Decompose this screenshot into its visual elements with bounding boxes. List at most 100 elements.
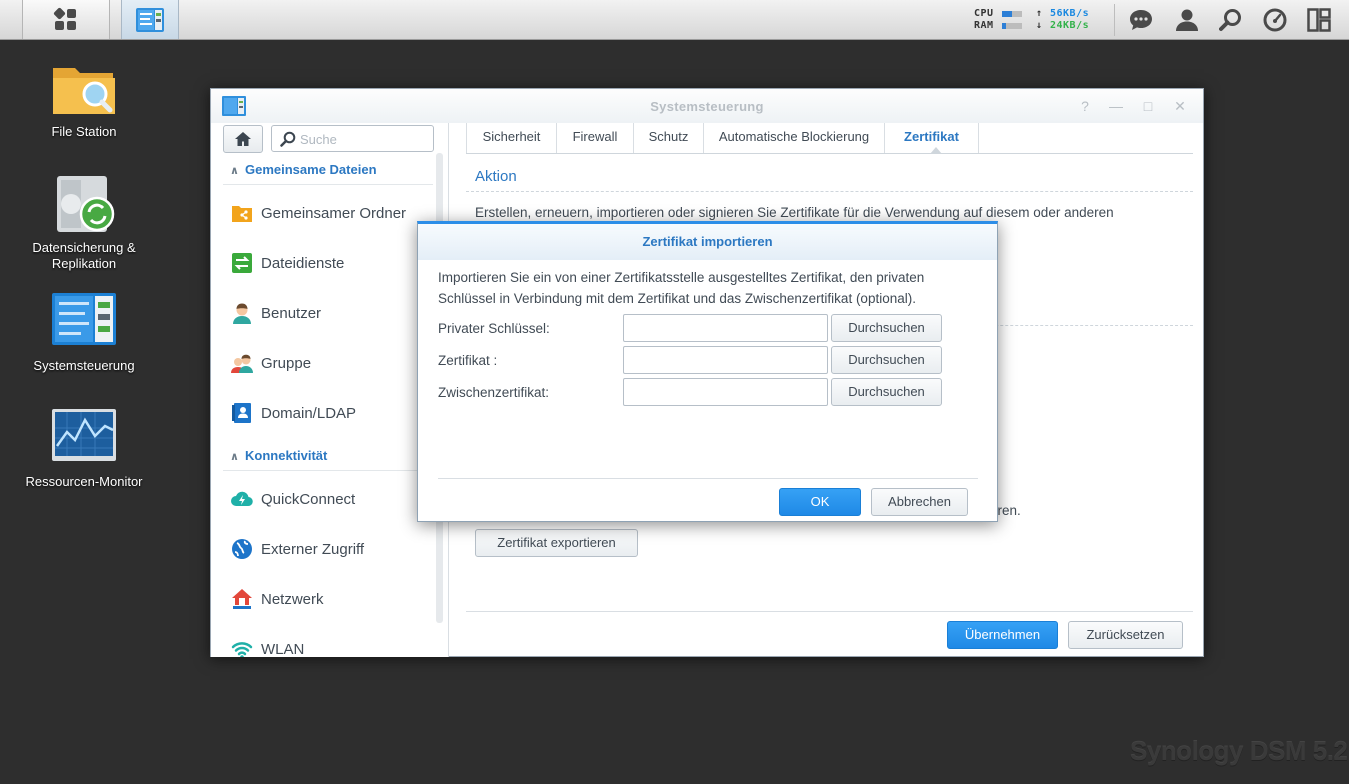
intermediate-certificate-label: Zwischenzertifikat:	[438, 385, 550, 400]
desktop-icon-label: Datensicherung & Replikation	[32, 240, 136, 271]
dialog-description: Importieren Sie ein von einer Zertifikat…	[438, 270, 925, 306]
desktop-icon-label: File Station	[51, 124, 117, 139]
sidebar-item-label: Dateidienste	[261, 254, 345, 272]
tab-firewall[interactable]: Firewall	[557, 123, 634, 153]
sidebar-item-externer-zugriff[interactable]: Externer Zugriff	[231, 536, 431, 562]
sidebar-item-netzwerk[interactable]: Netzwerk	[231, 586, 431, 612]
tab-bar: Sicherheit Firewall Schutz Automatische …	[466, 123, 1193, 154]
help-icon[interactable]: ?	[1076, 97, 1094, 115]
download-rate: 24KB/s	[1050, 20, 1090, 31]
domain-ldap-icon	[231, 402, 253, 424]
upload-arrow-icon: ↑	[1036, 8, 1043, 19]
maximize-icon[interactable]: □	[1139, 97, 1157, 115]
taskbar: CPU RAM ↑ 56KB/s ↓ 24KB/s	[0, 0, 1349, 40]
certificate-browse-button[interactable]: Durchsuchen	[831, 346, 942, 374]
notifications-chat-icon[interactable]	[1127, 6, 1155, 34]
window-titlebar[interactable]: Systemsteuerung ? — □ ✕	[211, 89, 1203, 123]
cpu-label: CPU	[974, 8, 994, 19]
desktop-icon-systemsteuerung[interactable]: Systemsteuerung	[24, 292, 144, 374]
sidebar-item-label: Externer Zugriff	[261, 540, 365, 558]
group-icon	[231, 352, 253, 374]
sidebar-item-gemeinsamer-ordner[interactable]: Gemeinsamer Ordner	[231, 200, 431, 226]
chevron-up-icon: ∧	[230, 165, 239, 177]
section-title-aktion: Aktion	[475, 168, 517, 185]
sidebar-item-label: Benutzer	[261, 304, 322, 322]
control-panel-icon	[51, 292, 117, 352]
upload-rate: 56KB/s	[1050, 8, 1090, 19]
category-konnektivitaet[interactable]: ∧ Konnektivität	[223, 441, 433, 471]
sidebar-item-quickconnect[interactable]: QuickConnect	[231, 486, 431, 512]
download-arrow-icon: ↓	[1036, 20, 1043, 31]
home-button[interactable]	[223, 125, 263, 153]
user-options-icon[interactable]	[1173, 6, 1201, 34]
intermediate-certificate-browse-button[interactable]: Durchsuchen	[831, 378, 942, 406]
search-input[interactable]	[300, 130, 428, 148]
synology-dsm-watermark: Synology DSM 5.2	[1130, 736, 1348, 766]
sidebar-item-dateidienste[interactable]: Dateidienste	[231, 250, 431, 276]
minimize-icon[interactable]: —	[1107, 97, 1125, 115]
sidebar-item-label: Netzwerk	[261, 590, 324, 608]
dashboard-gauge-icon[interactable]	[1261, 6, 1289, 34]
desktop-icon-resource-monitor[interactable]: Ressourcen-Monitor	[24, 408, 144, 490]
private-key-field[interactable]	[623, 314, 828, 342]
sidebar-item-gruppe[interactable]: Gruppe	[231, 350, 431, 376]
backup-replication-icon	[51, 174, 117, 234]
private-key-label: Privater Schlüssel:	[438, 321, 550, 336]
sidebar-item-domain-ldap[interactable]: Domain/LDAP	[231, 400, 431, 426]
search-icon	[280, 131, 296, 147]
window-title: Systemsteuerung	[650, 99, 764, 114]
tab-automatische-blockierung[interactable]: Automatische Blockierung	[704, 123, 885, 153]
sidebar-item-label: Gruppe	[261, 354, 312, 372]
desktop-icon-file-station[interactable]: File Station	[24, 58, 144, 140]
control-panel-taskbar-icon	[136, 7, 164, 32]
dialog-footer-divider	[438, 478, 978, 479]
sidebar-item-label: WLAN	[261, 640, 305, 658]
apply-button[interactable]: Übernehmen	[947, 621, 1058, 649]
search-icon[interactable]	[1217, 6, 1245, 34]
ok-button[interactable]: OK	[779, 488, 861, 516]
import-certificate-dialog: Zertifikat importieren Importieren Sie e…	[417, 221, 998, 522]
intermediate-certificate-field[interactable]	[623, 378, 828, 406]
file-services-icon	[231, 252, 253, 274]
tab-schutz[interactable]: Schutz	[634, 123, 704, 153]
ram-bar	[1002, 23, 1022, 29]
sidebar-item-label: QuickConnect	[261, 490, 356, 508]
export-certificate-button[interactable]: Zertifikat exportieren	[475, 529, 638, 557]
reset-button[interactable]: Zurücksetzen	[1068, 621, 1183, 649]
widgets-layout-icon[interactable]	[1305, 6, 1333, 34]
section-description: Erstellen, erneuern, importieren oder si…	[475, 205, 1114, 220]
user-icon	[231, 302, 253, 324]
dialog-title[interactable]: Zertifikat importieren	[418, 224, 997, 260]
tab-sicherheit[interactable]: Sicherheit	[466, 123, 557, 153]
main-menu-grid-icon	[53, 6, 77, 31]
private-key-browse-button[interactable]: Durchsuchen	[831, 314, 942, 342]
cpu-bar	[1002, 11, 1022, 17]
network-house-icon	[231, 588, 253, 610]
certificate-label: Zertifikat :	[438, 353, 498, 368]
desktop-icon-label: Ressourcen-Monitor	[25, 474, 143, 489]
sidebar-item-benutzer[interactable]: Benutzer	[231, 300, 431, 326]
shared-folder-icon	[231, 202, 253, 224]
desktop-icon-backup-replication[interactable]: Datensicherung & Replikation	[24, 174, 144, 272]
taskbar-separator	[1114, 4, 1115, 36]
sidebar-item-wlan[interactable]: WLAN	[231, 636, 431, 657]
wifi-icon	[231, 638, 253, 657]
category-gemeinsame-dateien[interactable]: ∧ Gemeinsame Dateien	[223, 155, 433, 185]
resource-widget[interactable]: CPU RAM ↑ 56KB/s ↓ 24KB/s	[974, 8, 1099, 34]
sidebar-item-label: Gemeinsamer Ordner	[261, 204, 407, 222]
sidebar-search[interactable]	[271, 125, 434, 152]
certificate-field[interactable]	[623, 346, 828, 374]
chevron-up-icon: ∧	[230, 451, 239, 463]
cancel-button[interactable]: Abbrechen	[871, 488, 968, 516]
footer-divider	[466, 611, 1193, 612]
sidebar: ∧ Gemeinsame Dateien Gemeinsamer Ordner D…	[211, 123, 449, 657]
file-station-folder-icon	[51, 58, 117, 118]
quickconnect-icon	[231, 488, 253, 510]
globe-icon	[231, 538, 253, 560]
ram-label: RAM	[974, 20, 994, 31]
active-tab-indicator	[930, 147, 942, 154]
section-divider	[466, 191, 1193, 192]
main-menu-button[interactable]	[22, 0, 110, 39]
close-icon[interactable]: ✕	[1171, 97, 1189, 115]
taskbar-systemsteuerung-button[interactable]	[121, 0, 179, 39]
